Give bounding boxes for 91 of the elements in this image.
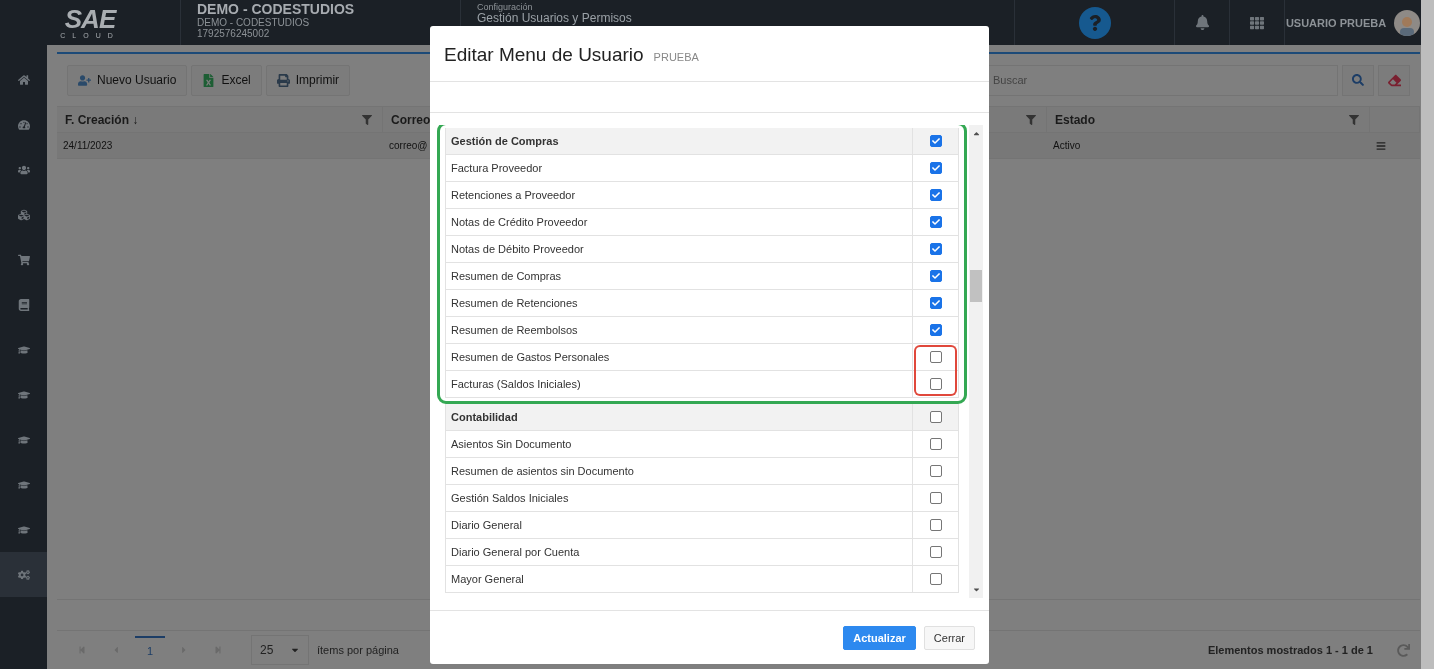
- add-user-icon: [78, 73, 91, 87]
- notification-icon[interactable]: [1194, 15, 1210, 30]
- gauge-icon: [17, 118, 30, 131]
- checkbox[interactable]: [929, 573, 942, 585]
- checkbox[interactable]: [929, 243, 942, 255]
- book-icon: [17, 298, 30, 311]
- checkbox[interactable]: [929, 492, 942, 504]
- filter-icon[interactable]: [1026, 114, 1036, 125]
- scrollbar-thumb[interactable]: [970, 270, 982, 302]
- table-cell: Activo: [1053, 140, 1081, 151]
- column-header[interactable]: Correo: [391, 112, 431, 127]
- checkbox[interactable]: [929, 270, 942, 282]
- eraser-icon: [1387, 73, 1401, 87]
- menu-option: Notas de Crédito Proveedor: [446, 209, 912, 235]
- toolbar-button[interactable]: Nuevo Usuario: [67, 64, 188, 96]
- graduation-cap-icon: [17, 433, 30, 446]
- graduation-cap-icon: [17, 523, 30, 536]
- dialog-subtitle: PRUEBA: [653, 51, 699, 63]
- menu-option: Resumen de asientos sin Documento: [446, 458, 912, 484]
- page-size-label: ítems por página: [317, 644, 399, 656]
- menu-option: Resumen de Gastos Personales: [446, 344, 912, 370]
- sidebar-item[interactable]: [0, 552, 47, 597]
- filter-icon[interactable]: [362, 114, 372, 125]
- avatar[interactable]: [1394, 9, 1421, 36]
- breadcrumb-section: Configuración: [477, 2, 998, 12]
- menu-option: Notas de Débito Proveedor: [446, 236, 912, 262]
- column-header[interactable]: Estado: [1055, 112, 1095, 127]
- search-icon: [1352, 74, 1364, 86]
- menu-option: Gestión Saldos Iniciales: [446, 485, 912, 511]
- menu-option: Asientos Sin Documento: [446, 431, 912, 457]
- scrollbar[interactable]: [969, 125, 983, 598]
- update-button[interactable]: Actualizar: [843, 625, 916, 650]
- home-icon: [17, 73, 30, 86]
- users-icon: [17, 163, 30, 176]
- menu-option: Mayor General: [446, 566, 912, 592]
- menu-option: Retenciones a Proveedor: [446, 182, 912, 208]
- checkbox[interactable]: [929, 438, 942, 450]
- table-cell: 24/11/2023: [63, 140, 113, 151]
- scroll-up-icon: [971, 129, 981, 138]
- close-button[interactable]: Cerrar: [923, 625, 975, 650]
- printer-icon: [276, 73, 290, 87]
- menu-option: Diario General: [446, 512, 912, 538]
- section-title: Contabilidad: [450, 410, 519, 425]
- menu-option: Diario General por Cuenta: [446, 539, 912, 565]
- spreadsheet-icon: [202, 73, 216, 87]
- checkbox[interactable]: [929, 162, 942, 174]
- branch-name: DEMO - CODESTUDIOS: [197, 17, 311, 28]
- menu-option: Factura Proveedor: [446, 155, 912, 181]
- checkbox[interactable]: [929, 465, 942, 477]
- scrollbar[interactable]: [1421, 0, 1434, 669]
- checkbox[interactable]: [929, 546, 942, 558]
- search-button[interactable]: [1342, 64, 1374, 96]
- cart-icon: [17, 253, 30, 266]
- page-button[interactable]: 1: [135, 636, 165, 664]
- menu-option: Resumen de Retenciones: [446, 290, 912, 316]
- filter-icon[interactable]: [1349, 114, 1359, 125]
- checkbox[interactable]: [929, 297, 942, 309]
- graduation-cap-icon: [17, 478, 30, 491]
- help-button[interactable]: [1078, 6, 1111, 39]
- dialog-title: Editar Menu de Usuario: [444, 44, 644, 66]
- graduation-cap-icon: [17, 343, 30, 356]
- menu-option: Resumen de Reembolsos: [446, 317, 912, 343]
- checkbox[interactable]: [929, 519, 942, 531]
- scroll-down-icon: [971, 585, 981, 594]
- clear-button[interactable]: [1378, 64, 1410, 96]
- checkbox[interactable]: [929, 324, 942, 336]
- cubes-icon: [17, 208, 30, 221]
- checkbox[interactable]: [929, 411, 942, 423]
- menu-option: Resumen de Compras: [446, 263, 912, 289]
- company-name: DEMO - CODESTUDIOS: [197, 1, 356, 17]
- user-name[interactable]: USUARIO PRUEBA: [1285, 16, 1387, 29]
- page-title: Gestión Usuarios y Permisos: [477, 12, 633, 25]
- tax-id: 1792576245002: [197, 28, 271, 39]
- checkbox[interactable]: [929, 378, 942, 390]
- toolbar-button[interactable]: Excel: [191, 64, 262, 96]
- checkbox[interactable]: [929, 216, 942, 228]
- checkbox[interactable]: [929, 351, 942, 363]
- refresh-icon[interactable]: [1397, 643, 1410, 657]
- menu-icon[interactable]: [1376, 140, 1386, 151]
- section-title: Gestión de Compras: [450, 134, 560, 149]
- table-cell: correo@: [389, 140, 428, 151]
- gears-icon: [17, 568, 30, 581]
- checkbox[interactable]: [929, 189, 942, 201]
- items-summary: Elementos mostrados 1 - 1 de 1: [1207, 644, 1373, 656]
- graduation-cap-icon: [17, 388, 30, 401]
- menu-option: Facturas (Saldos Iniciales): [446, 371, 912, 397]
- column-header[interactable]: F. Creación ↓: [65, 112, 139, 127]
- apps-grid-icon[interactable]: [1250, 15, 1264, 30]
- toolbar-button[interactable]: Imprimir: [265, 64, 351, 96]
- checkbox[interactable]: [929, 135, 942, 147]
- page-size-select[interactable]: 25: [251, 635, 309, 665]
